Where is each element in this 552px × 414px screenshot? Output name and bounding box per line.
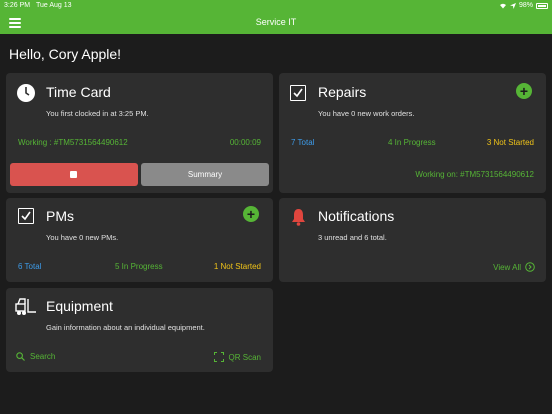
battery-icon bbox=[536, 2, 548, 9]
pms-not-started[interactable]: 1 Not Started bbox=[214, 262, 261, 271]
checkbox-icon bbox=[18, 208, 34, 224]
repairs-in-progress[interactable]: 4 In Progress bbox=[388, 138, 436, 147]
pms-subtitle: You have 0 new PMs. bbox=[46, 233, 119, 242]
nav-bar: Service IT bbox=[0, 12, 552, 34]
time-card-title: Time Card bbox=[46, 84, 111, 100]
repairs-subtitle: You have 0 new work orders. bbox=[318, 109, 415, 118]
repairs-total[interactable]: 7 Total bbox=[291, 138, 314, 147]
battery-percent: 98% bbox=[518, 2, 533, 9]
notifications-subtitle: 3 unread and 6 total. bbox=[318, 233, 387, 242]
checkbox-icon bbox=[290, 85, 306, 101]
bell-icon bbox=[292, 209, 305, 226]
clock-icon bbox=[17, 84, 35, 102]
chevron-right-circle-icon bbox=[525, 262, 535, 272]
view-all-label: View All bbox=[493, 262, 521, 272]
forklift-icon bbox=[15, 298, 36, 315]
equipment-card[interactable]: Equipment Gain information about an indi… bbox=[6, 288, 273, 372]
status-date: Tue Aug 13 bbox=[36, 2, 72, 9]
qr-scan-label: QR Scan bbox=[228, 352, 261, 362]
view-all-link[interactable]: View All bbox=[493, 262, 535, 272]
pms-title: PMs bbox=[46, 208, 74, 224]
equipment-search-link[interactable]: Search bbox=[16, 352, 55, 361]
time-card-subtitle: You first clocked in at 3:25 PM. bbox=[46, 109, 149, 118]
search-icon bbox=[16, 352, 25, 361]
notifications-card[interactable]: Notifications 3 unread and 6 total. View… bbox=[279, 198, 546, 282]
add-pm-icon[interactable]: + bbox=[243, 206, 259, 222]
greeting-text: Hello, Cory Apple! bbox=[9, 46, 122, 62]
time-card[interactable]: Time Card You first clocked in at 3:25 P… bbox=[6, 73, 273, 193]
notifications-title: Notifications bbox=[318, 208, 395, 224]
repairs-working-on[interactable]: Working on: #TM5731564490612 bbox=[415, 170, 534, 179]
equipment-title: Equipment bbox=[46, 298, 113, 314]
repairs-card[interactable]: Repairs + You have 0 new work orders. 7 … bbox=[279, 73, 546, 193]
search-label: Search bbox=[30, 352, 56, 361]
wifi-icon bbox=[499, 3, 506, 9]
working-ticket: Working : #TM5731564490612 bbox=[18, 138, 128, 147]
stop-button[interactable] bbox=[10, 163, 138, 186]
equipment-subtitle: Gain information about an individual equ… bbox=[46, 323, 205, 332]
qr-scan-link[interactable]: QR Scan bbox=[213, 352, 261, 362]
qr-scan-icon bbox=[213, 352, 224, 362]
repairs-not-started[interactable]: 3 Not Started bbox=[487, 138, 534, 147]
repairs-title: Repairs bbox=[318, 84, 367, 100]
summary-button[interactable]: Summary bbox=[141, 163, 269, 186]
app-title: Service IT bbox=[255, 17, 297, 27]
pms-total[interactable]: 6 Total bbox=[18, 262, 41, 271]
pms-in-progress[interactable]: 5 In Progress bbox=[115, 262, 163, 271]
location-icon bbox=[509, 2, 516, 9]
add-repair-icon[interactable]: + bbox=[516, 83, 532, 99]
elapsed-timer: 00:00:09 bbox=[229, 138, 261, 147]
pms-card[interactable]: PMs + You have 0 new PMs. 6 Total 5 In P… bbox=[6, 198, 273, 282]
status-time: 3:26 PM bbox=[4, 2, 31, 9]
status-indicators: 98% bbox=[499, 2, 548, 9]
status-bar: 3:26 PM Tue Aug 13 98% bbox=[0, 0, 552, 12]
